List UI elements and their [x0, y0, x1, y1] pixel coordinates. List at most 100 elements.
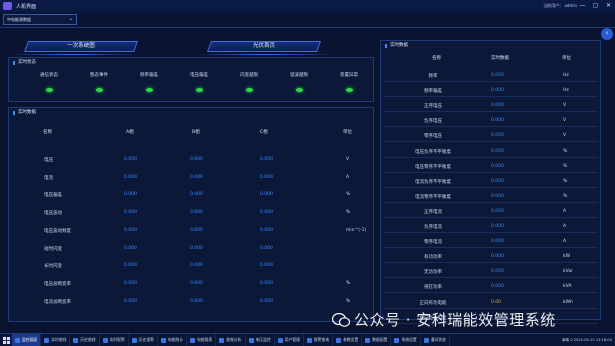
realtime-panel-title: 实时数据 — [381, 41, 408, 51]
app-icon — [423, 337, 429, 343]
app-icon — [44, 337, 50, 343]
start-button[interactable] — [0, 334, 12, 346]
taskbar-item[interactable]: 电压监控 — [246, 333, 275, 346]
rt-name: 电压负序不平衡度 — [415, 149, 451, 155]
app-icon — [336, 337, 342, 343]
app-icon — [160, 337, 166, 343]
row-unit: A — [346, 174, 350, 180]
app-icon — [277, 337, 283, 343]
taskbar-item-label: 实时曲线 — [51, 337, 67, 342]
taskbar-item[interactable]: 能耗分析 — [216, 333, 246, 346]
rt-value: 0.00 — [491, 299, 502, 305]
status-item: 谐波越限 — [274, 72, 324, 94]
taskbar-item[interactable]: 监控画面 — [12, 333, 42, 346]
phase-c-value: 0.000 — [260, 227, 273, 233]
app-icon — [248, 337, 254, 343]
taskbar: 监控画面 实时曲线 历史曲线 实时报警 历史报警 电能统计 电能报表 能耗分析 电压监控 用户管理… — [0, 333, 615, 346]
current-user: 当前用户： admin — [543, 3, 577, 8]
rt-unit: V — [563, 133, 567, 139]
rt-name: 电流零序不平衡度 — [415, 194, 451, 200]
taskbar-item[interactable]: 用户管理 — [275, 333, 304, 346]
row-name: 电流总畸变率 — [44, 299, 71, 305]
phase-a-value: 0.000 — [124, 263, 137, 269]
status-item: 闪变越限 — [224, 72, 274, 94]
status-label: 通信状态 — [40, 73, 58, 78]
watermark: 公众号 · 安科瑞能效管理系统 — [332, 309, 556, 330]
phase-panel-title: 实时数据 — [9, 108, 36, 118]
taskbar-item[interactable]: 数据配置 — [362, 333, 392, 346]
rt-header-name: 名称 — [432, 56, 441, 61]
collapse-panel-button[interactable]: ‹ — [601, 28, 613, 40]
rt-unit: A — [563, 239, 567, 245]
maximize-button[interactable]: ▢ — [592, 2, 599, 9]
phase-c-value: 0.000 — [260, 263, 273, 269]
phase-c-value: 0.000 — [260, 192, 273, 198]
rt-name: 负序电压 — [424, 119, 442, 125]
row-unit: V — [346, 157, 350, 162]
site-select[interactable]: 中电能源数据 ⌄ — [3, 14, 77, 25]
table-row: 负序电流 0.000 A — [383, 219, 598, 233]
phase-b-value: 0.000 — [190, 245, 203, 251]
taskbar-item-label: 数据配置 — [372, 337, 388, 342]
rt-name: 频率偏差 — [424, 89, 442, 95]
table-row: 电压波动频度 0.000 0.000 0.000 min^(-1) — [10, 228, 374, 243]
rt-unit: % — [563, 178, 568, 184]
phase-b-value: 0.000 — [190, 263, 203, 269]
table-row: 无功功率 0.000 kVar — [383, 264, 598, 279]
rt-unit: % — [563, 193, 568, 199]
rt-value: 0.000 — [491, 208, 504, 214]
app-icon — [15, 337, 20, 343]
taskbar-item[interactable]: 报警查询 — [304, 333, 334, 346]
rt-name: 正序电流 — [424, 209, 442, 215]
taskbar-item[interactable]: 实时报警 — [100, 333, 129, 346]
row-name: 电压波动频度 — [44, 228, 71, 234]
taskbar-item[interactable]: 历史报警 — [129, 333, 158, 346]
col-header-c: C相 — [260, 130, 268, 135]
minimize-button[interactable]: — — [579, 2, 586, 9]
taskbar-item-label: 监控画面 — [22, 337, 38, 342]
close-button[interactable]: ✕ — [605, 2, 612, 9]
rt-unit: % — [563, 163, 568, 169]
selector-bar: 中电能源数据 ⌄ — [0, 12, 615, 28]
app-icon — [306, 337, 312, 343]
phase-b-value: 0.000 — [190, 157, 203, 162]
table-row: 零序电压 0.000 V — [383, 128, 598, 143]
rt-name: 负序电流 — [424, 225, 442, 230]
rt-unit: A — [563, 224, 567, 229]
rt-name: 频率 — [428, 74, 438, 79]
status-panel-title: 实时状态 — [9, 58, 36, 68]
status-item: 通信状态 — [24, 72, 74, 94]
status-label: 闪变越限 — [240, 73, 258, 78]
taskbar-item[interactable]: 系统设置 — [391, 333, 421, 346]
rt-unit: kW — [563, 254, 571, 260]
chevron-down-icon: ⌄ — [68, 16, 73, 22]
app-icon — [73, 337, 79, 343]
table-row: 正序电流 0.000 A — [383, 204, 598, 218]
taskbar-item[interactable]: 历史曲线 — [70, 333, 100, 346]
rt-name: 无功功率 — [424, 270, 442, 276]
taskbar-item-label: 系统设置 — [401, 337, 417, 342]
phase-c-value: 0.000 — [260, 245, 273, 251]
taskbar-item[interactable]: 电能报表 — [187, 333, 217, 346]
col-header-name: 名称 — [43, 130, 52, 135]
rt-unit: Hz — [563, 73, 569, 78]
taskbar-item[interactable]: 电能统计 — [158, 333, 188, 346]
status-led-icon — [95, 88, 103, 92]
tab-pv-home[interactable]: 光伏首页 — [203, 39, 325, 54]
table-row: 电流 0.000 0.000 0.000 A — [10, 175, 374, 190]
rt-value: 0.000 — [491, 178, 504, 184]
taskbar-item[interactable]: 通讯状态 — [421, 333, 450, 346]
phase-b-value: 0.000 — [190, 227, 203, 233]
taskbar-item[interactable]: 参数设置 — [333, 333, 363, 346]
phase-a-value: 0.000 — [124, 192, 137, 198]
status-led-icon — [345, 88, 353, 92]
row-unit: min^(-1) — [346, 227, 367, 233]
taskbar-item[interactable]: 实时曲线 — [41, 333, 71, 346]
row-name: 短时闪变 — [44, 246, 62, 252]
table-row: 电流总畸变率 0.000 0.000 0.000% — [10, 299, 374, 314]
tab-primary-diagram[interactable]: 一次系统图 — [20, 39, 142, 54]
taskbar-item-label: 电能报表 — [197, 337, 213, 342]
table-row: 正向有功电能 0.00 kWh — [383, 295, 598, 309]
site-select-value: 中电能源数据 — [7, 17, 31, 22]
table-row: 频率偏差 0.000 Hz — [383, 83, 598, 98]
